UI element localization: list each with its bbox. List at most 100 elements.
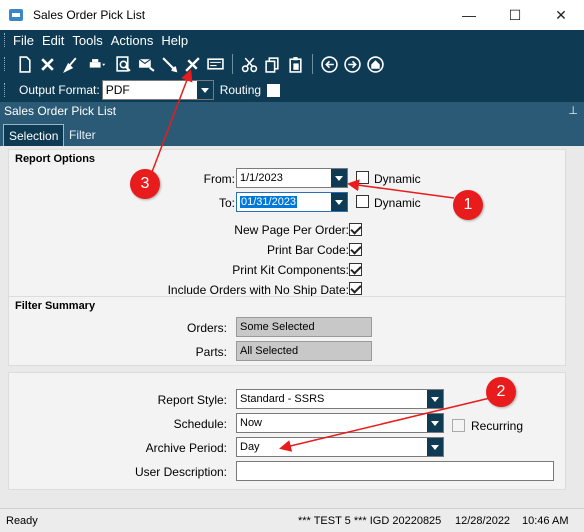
submit-icon[interactable] bbox=[158, 53, 181, 75]
print-kit-components-checkbox[interactable] bbox=[349, 263, 362, 276]
from-date-input[interactable]: 1/1/2023 bbox=[236, 168, 348, 188]
toolbar-separator bbox=[232, 54, 233, 74]
maximize-button[interactable]: ☐ bbox=[492, 0, 538, 30]
forward-icon[interactable] bbox=[341, 53, 364, 75]
chevron-down-icon[interactable] bbox=[427, 438, 443, 456]
status-bar: Ready *** TEST 5 *** IGD 20220825 12/28/… bbox=[0, 508, 584, 532]
chevron-down-icon[interactable] bbox=[427, 390, 443, 408]
copy-icon[interactable] bbox=[261, 53, 284, 75]
output-format-select[interactable]: PDF bbox=[101, 80, 214, 100]
tab-bar: Selection Filter bbox=[0, 120, 584, 146]
status-environment: *** TEST 5 *** IGD 20220825 bbox=[298, 515, 442, 527]
output-format-value: PDF bbox=[105, 83, 130, 97]
from-dynamic-checkbox[interactable] bbox=[356, 171, 369, 184]
delete-icon[interactable] bbox=[36, 53, 59, 75]
to-date-input[interactable]: 01/31/2023 bbox=[236, 192, 348, 212]
chevron-down-icon[interactable] bbox=[331, 193, 347, 211]
routing-label: Routing bbox=[219, 83, 262, 97]
panel-header: Sales Order Pick List ⊥ bbox=[0, 102, 584, 120]
orders-summary-value: Some Selected bbox=[240, 321, 315, 333]
orders-summary-field: Some Selected bbox=[236, 317, 372, 337]
tools-icon[interactable] bbox=[181, 53, 204, 75]
toolbar bbox=[0, 50, 584, 78]
print-bar-code-label: Print Bar Code: bbox=[266, 243, 349, 257]
to-date-value: 01/31/2023 bbox=[240, 196, 298, 208]
to-dynamic-checkbox[interactable] bbox=[356, 195, 369, 208]
user-description-input[interactable] bbox=[236, 461, 554, 481]
status-date: 12/28/2022 bbox=[455, 515, 511, 527]
include-no-ship-date-label: Include Orders with No Ship Date: bbox=[167, 283, 349, 297]
chevron-down-icon[interactable] bbox=[427, 414, 443, 432]
from-label: From: bbox=[203, 172, 235, 186]
print-icon[interactable] bbox=[82, 53, 112, 75]
pin-icon[interactable]: ⊥ bbox=[568, 104, 578, 117]
output-format-bar: Output Format: PDF Routing bbox=[0, 78, 584, 102]
menu-help[interactable]: Help bbox=[161, 33, 188, 48]
close-button[interactable]: ✕ bbox=[538, 0, 584, 30]
print-bar-code-checkbox[interactable] bbox=[349, 243, 362, 256]
orders-label: Orders: bbox=[186, 321, 227, 335]
status-time: 10:46 AM bbox=[522, 515, 569, 527]
panel-title: Sales Order Pick List bbox=[4, 104, 117, 118]
include-no-ship-date-checkbox[interactable] bbox=[349, 282, 362, 295]
new-icon[interactable] bbox=[13, 53, 36, 75]
menu-file[interactable]: File bbox=[13, 33, 34, 48]
report-options-title: Report Options bbox=[15, 153, 96, 165]
user-description-label: User Description: bbox=[134, 465, 227, 479]
new-page-per-order-label: New Page Per Order: bbox=[234, 223, 349, 237]
output-format-label: Output Format: bbox=[19, 83, 100, 97]
schedule-select[interactable]: Now bbox=[236, 413, 444, 433]
schedule-label: Schedule: bbox=[173, 417, 227, 431]
tab-filter[interactable]: Filter bbox=[64, 124, 101, 146]
recurring-label: Recurring bbox=[471, 419, 524, 433]
parts-label: Parts: bbox=[195, 345, 227, 359]
filter-summary-title: Filter Summary bbox=[15, 300, 96, 312]
formatbar-grip bbox=[4, 83, 7, 97]
clear-icon[interactable] bbox=[59, 53, 82, 75]
schedule-value: Now bbox=[240, 417, 263, 429]
report-style-value: Standard - SSRS bbox=[240, 393, 325, 405]
screen-icon[interactable] bbox=[204, 53, 227, 75]
parts-summary-value: All Selected bbox=[240, 345, 299, 357]
archive-period-select[interactable]: Day bbox=[236, 437, 444, 457]
menu-grip bbox=[4, 33, 7, 47]
menu-actions[interactable]: Actions bbox=[111, 33, 154, 48]
menu-bar: File Edit Tools Actions Help bbox=[0, 30, 584, 50]
cut-icon[interactable] bbox=[238, 53, 261, 75]
title-bar: Sales Order Pick List — ☐ ✕ bbox=[0, 0, 584, 30]
status-text: Ready bbox=[6, 515, 38, 527]
callout-1: 1 bbox=[453, 190, 483, 220]
menu-tools[interactable]: Tools bbox=[72, 33, 102, 48]
archive-period-value: Day bbox=[240, 441, 260, 453]
toolbar-grip bbox=[4, 57, 7, 71]
paste-icon[interactable] bbox=[284, 53, 307, 75]
toolbar-separator bbox=[312, 54, 313, 74]
chevron-down-icon[interactable] bbox=[331, 169, 347, 187]
routing-checkbox[interactable] bbox=[267, 83, 281, 97]
app-icon bbox=[9, 9, 23, 21]
callout-2: 2 bbox=[486, 377, 516, 407]
chevron-down-icon[interactable] bbox=[196, 81, 213, 99]
report-style-label: Report Style: bbox=[157, 393, 227, 407]
minimize-button[interactable]: — bbox=[446, 0, 492, 30]
from-date-value: 1/1/2023 bbox=[240, 172, 283, 184]
form-content: Report Options From: 1/1/2023 Dynamic To… bbox=[0, 146, 584, 508]
recurring-checkbox[interactable] bbox=[452, 419, 465, 432]
parts-summary-field: All Selected bbox=[236, 341, 372, 361]
back-icon[interactable] bbox=[318, 53, 341, 75]
window-title: Sales Order Pick List bbox=[33, 8, 146, 22]
menu-edit[interactable]: Edit bbox=[42, 33, 64, 48]
callout-3: 3 bbox=[130, 169, 160, 199]
print-preview-icon[interactable] bbox=[112, 53, 135, 75]
from-dynamic-label: Dynamic bbox=[374, 172, 421, 186]
archive-period-label: Archive Period: bbox=[145, 441, 227, 455]
filter-summary-group: Filter Summary Orders: Some Selected Par… bbox=[8, 296, 566, 366]
tab-selection[interactable]: Selection bbox=[3, 124, 65, 146]
home-icon[interactable] bbox=[364, 53, 387, 75]
report-style-select[interactable]: Standard - SSRS bbox=[236, 389, 444, 409]
report-settings-group: Report Style: Standard - SSRS Schedule: … bbox=[8, 372, 566, 490]
print-kit-components-label: Print Kit Components: bbox=[232, 263, 349, 277]
send-icon[interactable] bbox=[135, 53, 158, 75]
new-page-per-order-checkbox[interactable] bbox=[349, 223, 362, 236]
report-options-group: Report Options From: 1/1/2023 Dynamic To… bbox=[8, 149, 566, 299]
